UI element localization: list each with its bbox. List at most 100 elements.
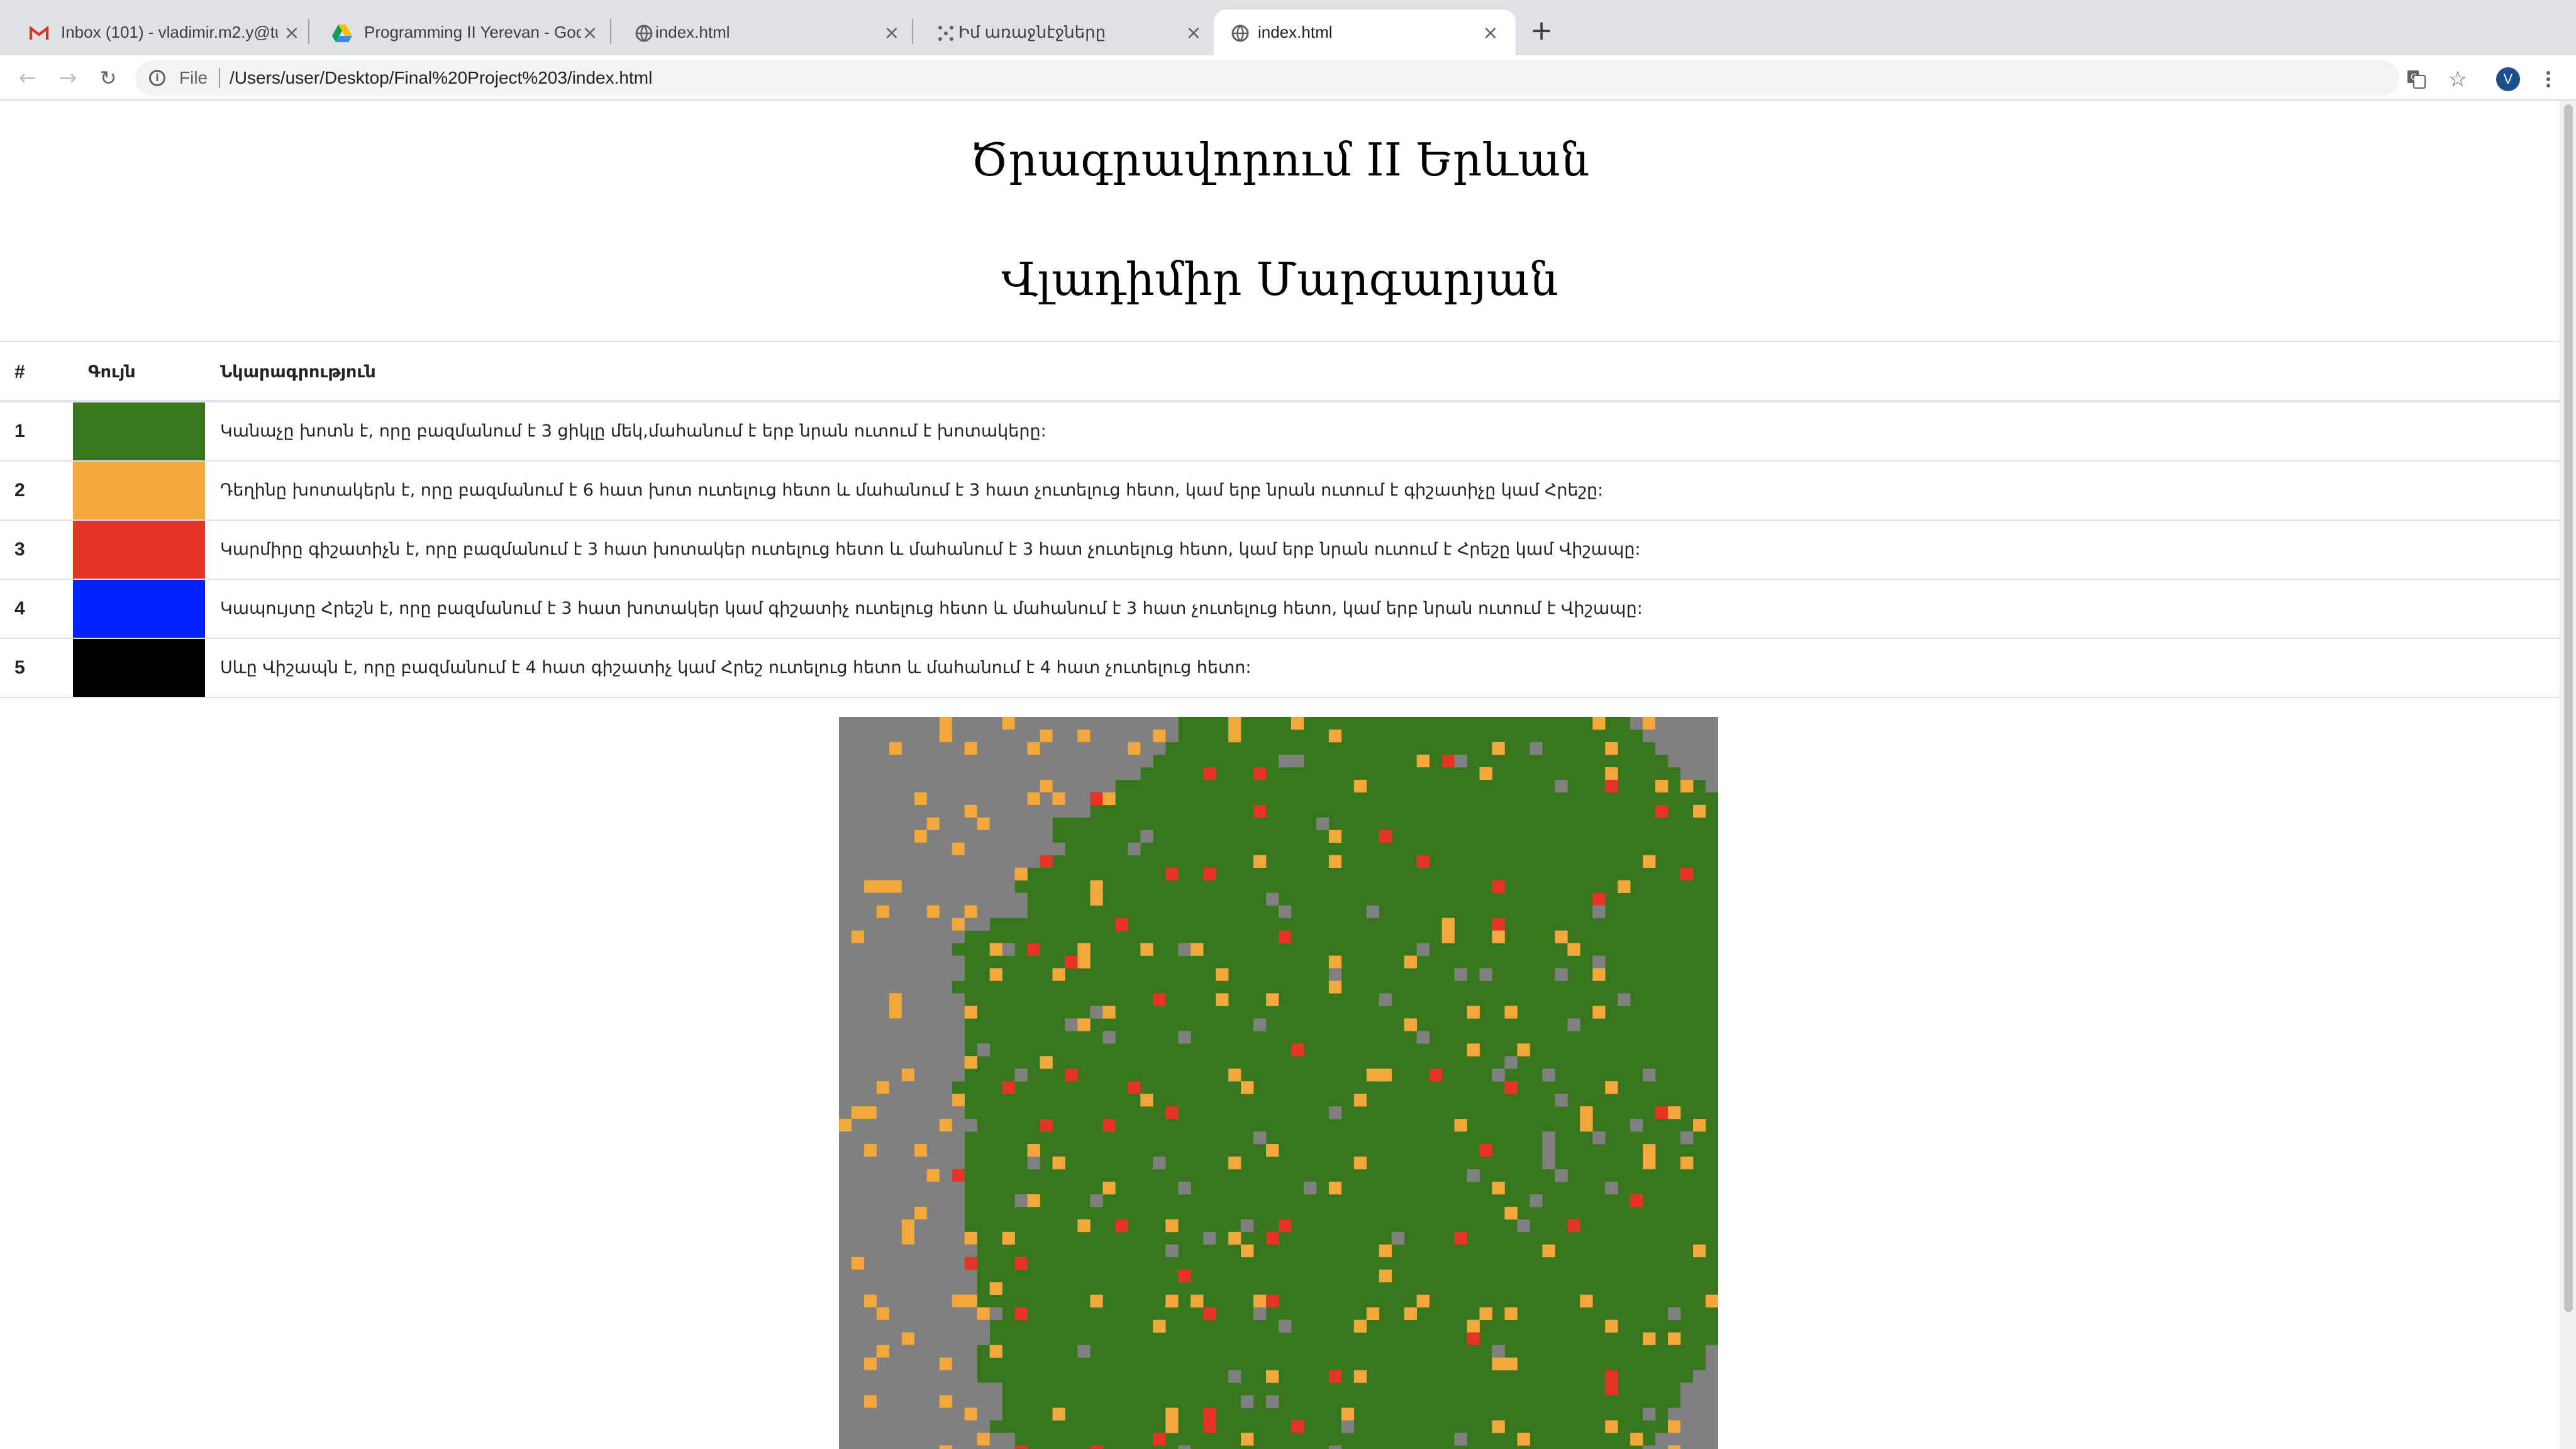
grid-cell [889, 1094, 902, 1107]
grid-cell [914, 830, 928, 843]
info-icon[interactable]: i [149, 70, 165, 86]
grid-cell [1002, 880, 1015, 893]
grid-cell [851, 1069, 865, 1082]
grid-cell [964, 855, 977, 868]
grid-cell [1165, 1420, 1179, 1433]
grid-cell [1366, 905, 1380, 918]
grid-cell [1040, 767, 1053, 780]
grid-cell [889, 1144, 902, 1157]
bookmark-star-icon[interactable]: ☆ [2445, 67, 2470, 92]
grid-cell [952, 1157, 965, 1170]
grid-cell [939, 1345, 953, 1358]
grid-cell [1630, 1433, 1643, 1446]
close-icon[interactable]: × [579, 22, 601, 45]
grid-cell [989, 767, 1002, 780]
close-icon[interactable]: × [280, 22, 303, 45]
grid-cell [1040, 717, 1053, 730]
grid-cell [926, 1106, 940, 1119]
grid-cell [839, 943, 852, 956]
grid-cell [964, 729, 977, 743]
grid-cell [989, 892, 1002, 906]
forward-button[interactable]: → [55, 65, 80, 91]
scrollbar[interactable] [2560, 101, 2576, 1449]
grid-cell [989, 1445, 1002, 1449]
grid-cell [901, 1382, 915, 1396]
tab-gmail[interactable]: Inbox (101) - vladimir.m2.y@tum × [6, 9, 308, 55]
translate-icon[interactable]: G [2404, 67, 2429, 92]
close-icon[interactable]: × [880, 22, 903, 45]
new-tab-button[interactable]: + [1527, 16, 1556, 45]
grid-cell [851, 1332, 865, 1345]
grid-cell [1706, 1445, 1718, 1449]
grid-cell [989, 905, 1002, 918]
grid-cell [926, 993, 940, 1006]
grid-cell [901, 892, 915, 906]
grid-cell [964, 1382, 977, 1396]
grid-cell [851, 993, 865, 1006]
grid-cell [914, 804, 928, 818]
grid-cell [914, 1395, 928, 1408]
grid-cell [851, 1231, 865, 1245]
close-icon[interactable]: × [1479, 22, 1502, 45]
tab-bookmarks[interactable]: Իմ առաջնէջները × [913, 9, 1214, 55]
grid-cell [863, 1006, 877, 1019]
grid-cell [989, 804, 1002, 818]
grid-cell [876, 1119, 890, 1132]
grid-cell [863, 1345, 877, 1358]
grid-cell [901, 905, 915, 918]
grid-cell [1027, 1194, 1040, 1208]
grid-cell [1002, 830, 1015, 843]
grid-cell [1203, 867, 1216, 880]
grid-cell [926, 1382, 940, 1396]
grid-cell [901, 817, 915, 831]
grid-cell [1693, 1433, 1706, 1446]
grid-cell [839, 1043, 852, 1057]
grid-cell [1115, 729, 1128, 743]
back-button[interactable]: ← [15, 65, 40, 91]
close-icon[interactable]: × [1182, 22, 1205, 45]
grid-cell [1014, 855, 1028, 868]
grid-cell [1002, 842, 1015, 855]
grid-cell [1077, 754, 1091, 768]
grid-cell [914, 1144, 928, 1157]
grid-cell [914, 1018, 928, 1031]
grid-cell [889, 855, 902, 868]
grid-cell [851, 1018, 865, 1031]
grid-cell [952, 1244, 965, 1258]
tab-google-drive[interactable]: Programming II Yerevan - Goog × [309, 9, 610, 55]
grid-cell [1027, 754, 1040, 768]
header-description: Նկարագրություն [220, 362, 376, 382]
grid-cell [1052, 1157, 1065, 1170]
address-bar[interactable]: i File /Users/user/Desktop/Final%20Proje… [135, 60, 2399, 96]
grid-cell [1027, 741, 1040, 755]
grid-cell [914, 1119, 928, 1132]
grid-cell [964, 1269, 977, 1283]
grid-cell [1706, 741, 1718, 755]
tab-index-html[interactable]: index.html × [611, 9, 912, 55]
menu-icon[interactable] [2536, 67, 2561, 92]
grid-cell [1504, 1081, 1518, 1094]
scrollbar-thumb[interactable] [2564, 104, 2573, 1312]
grid-cell [952, 1056, 965, 1069]
grid-cell [901, 1043, 915, 1057]
reload-button[interactable]: ↻ [96, 65, 121, 91]
grid-cell [914, 717, 928, 730]
url-text[interactable]: /Users/user/Desktop/Final%20Project%203/… [230, 67, 652, 89]
grid-cell [914, 1282, 928, 1295]
grid-cell [863, 1307, 877, 1320]
grid-cell [1027, 779, 1040, 793]
grid-cell [1555, 1169, 1568, 1182]
grid-cell [964, 830, 977, 843]
grid-cell [926, 754, 940, 768]
grid-cell [926, 943, 940, 956]
grid-cell [851, 1106, 865, 1119]
grid-cell [964, 1420, 977, 1433]
grid-cell [1706, 1407, 1718, 1421]
grid-cell [1353, 1094, 1367, 1107]
grid-cell [876, 1357, 890, 1370]
grid-cell [1668, 717, 1681, 730]
avatar[interactable]: V [2496, 67, 2521, 92]
grid-cell [939, 1018, 953, 1031]
grid-cell [901, 1433, 915, 1446]
tab-index-html-active[interactable]: index.html × [1214, 9, 1516, 55]
